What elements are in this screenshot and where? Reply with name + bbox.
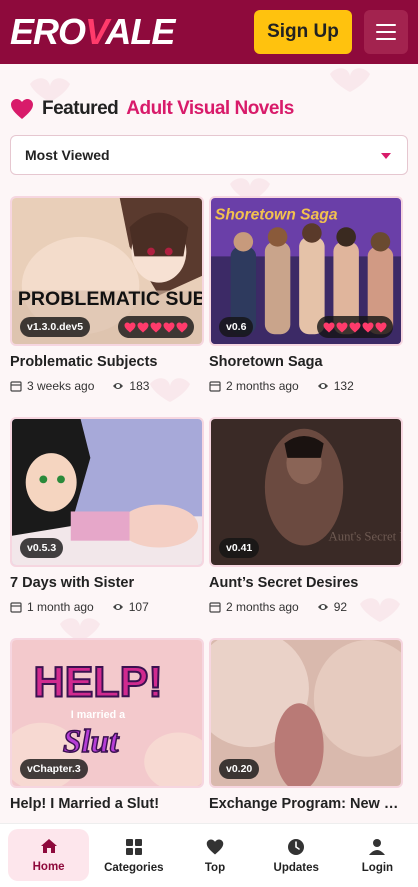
nav-home[interactable]: Home (8, 829, 90, 881)
heart-icon (137, 322, 149, 332)
view-count: 92 (333, 600, 348, 614)
game-title[interactable]: Help! I Married a Slut! (10, 796, 204, 812)
heart-icon (375, 322, 387, 332)
game-card[interactable]: PROBLEMATIC SUBJECTS v1.3.0.dev5 Problem… (10, 196, 204, 396)
user-icon (369, 838, 386, 855)
nav-categories[interactable]: Categories (93, 824, 174, 887)
heart-icon (150, 322, 162, 332)
calendar-icon (209, 381, 221, 392)
rating-hearts (118, 316, 194, 338)
nav-label: Categories (104, 861, 164, 874)
nav-label: Login (361, 861, 394, 874)
game-card[interactable]: Aunt's Secret Desires v0.41 Aunt’s Secre… (209, 417, 403, 617)
section-title-accent: Adult Visual Novels (126, 98, 294, 119)
view-count: 107 (128, 600, 149, 614)
nav-label: Top (204, 861, 226, 874)
game-meta: 2 months ago 92 (209, 599, 347, 615)
version-badge: v0.6 (219, 317, 254, 337)
game-card[interactable]: HELP! I married a Slut vChapter.3 Help! … (10, 638, 204, 828)
game-title[interactable]: Shoretown Saga (209, 354, 403, 370)
heart-icon (163, 322, 175, 332)
heart-icon (323, 322, 335, 332)
updated-date: 2 months ago (226, 379, 299, 393)
version-badge: v0.20 (219, 759, 260, 779)
calendar-icon (209, 602, 221, 613)
version-badge: v0.41 (219, 538, 260, 558)
heart-icon (206, 839, 224, 854)
section-heading: Featured Adult Visual Novels (10, 94, 294, 124)
game-card[interactable]: v0.20 Exchange Program: New Beginnings (209, 638, 403, 828)
thumb-title-text: Shoretown Saga (215, 206, 338, 223)
nav-login[interactable]: Login (337, 824, 418, 887)
updated-date: 2 months ago (226, 600, 299, 614)
thumb-title-text: HELP! (34, 659, 163, 707)
menu-icon (376, 24, 396, 26)
hamburger-menu-button[interactable] (364, 10, 408, 54)
eye-icon (317, 383, 328, 389)
thumb-title-text: PROBLEMATIC SUBJECTS (18, 288, 202, 310)
game-title[interactable]: Problematic Subjects (10, 354, 204, 370)
top-header: EROVALE Sign Up (0, 0, 418, 64)
heart-icon (11, 99, 33, 119)
rating-hearts (317, 316, 393, 338)
heart-icon (124, 322, 136, 332)
nav-top[interactable]: Top (174, 824, 255, 887)
eye-icon (113, 383, 124, 389)
game-title[interactable]: 7 Days with Sister (10, 575, 204, 591)
updated-date: 1 month ago (27, 600, 94, 614)
eye-icon (317, 604, 328, 610)
nav-updates[interactable]: Updates (256, 824, 337, 887)
thumb-subtitle-text: I married a (71, 709, 126, 721)
clock-icon (288, 838, 305, 855)
heart-icon (362, 322, 374, 332)
sign-up-button[interactable]: Sign Up (254, 10, 352, 54)
view-count: 183 (129, 379, 150, 393)
game-card[interactable]: Shoretown Saga v0.6 Shoretown Saga 2 mon… (209, 196, 403, 396)
game-meta: 1 month ago 107 (10, 599, 149, 615)
version-badge: v1.3.0.dev5 (20, 317, 91, 337)
grid-icon (125, 838, 142, 855)
heart-icon (336, 322, 348, 332)
game-title[interactable]: Aunt’s Secret Desires (209, 575, 403, 591)
heart-icon (176, 322, 188, 332)
thumb-title-text: Aunt's Secret Desires (329, 530, 401, 544)
home-icon (40, 839, 57, 853)
calendar-icon (10, 381, 22, 392)
chevron-down-icon (381, 153, 391, 159)
game-meta: 2 months ago 132 (209, 378, 354, 394)
nav-label: Home (32, 861, 65, 873)
heart-icon (349, 322, 361, 332)
site-logo[interactable]: EROVALE (10, 14, 175, 50)
thumb-word-text: Slut (63, 723, 120, 760)
game-card[interactable]: v0.5.3 7 Days with Sister 1 month ago 10… (10, 417, 204, 617)
version-badge: v0.5.3 (20, 538, 64, 558)
updated-date: 3 weeks ago (27, 379, 95, 393)
game-title[interactable]: Exchange Program: New Beginnings (209, 796, 403, 812)
game-meta: 3 weeks ago 183 (10, 378, 149, 394)
calendar-icon (10, 602, 22, 613)
section-title-main: Featured (42, 98, 119, 119)
view-count: 132 (333, 379, 354, 393)
sort-selected-value: Most Viewed (25, 147, 110, 163)
sort-select[interactable]: Most Viewed (10, 135, 408, 175)
eye-icon (112, 604, 123, 610)
bottom-navigation: Home Categories Top Updates Login (0, 823, 418, 887)
version-badge: vChapter.3 (20, 759, 88, 779)
nav-label: Updates (273, 861, 319, 874)
